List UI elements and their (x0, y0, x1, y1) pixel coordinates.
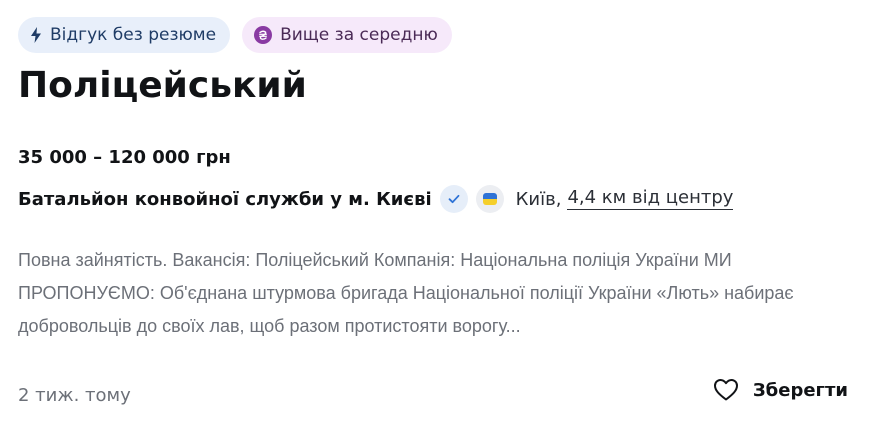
distance-link[interactable]: 4,4 км від центру (567, 188, 734, 210)
ukraine-flag-icon (475, 185, 504, 213)
hryvnia-icon (254, 26, 273, 44)
above-average-badge-label: Вище за середню (280, 25, 438, 45)
company-name[interactable]: Батальйон конвойної служби у м. Києві (18, 189, 432, 210)
salary-range: 35 000 – 120 000 грн (18, 147, 231, 168)
no-resume-badge-label: Відгук без резюме (50, 25, 217, 45)
vacancy-card[interactable]: Відгук без резюме Вище за середню Поліце… (0, 0, 894, 448)
no-resume-badge: Відгук без резюме (18, 17, 231, 53)
above-average-salary-badge: Вище за середню (242, 17, 452, 53)
heart-icon (713, 378, 739, 402)
save-button[interactable]: Зберегти (713, 378, 848, 402)
vacancy-title[interactable]: Поліцейський (18, 65, 307, 106)
posted-time: 2 тиж. тому (18, 385, 131, 406)
vacancy-description: Повна зайнятість. Вакансія: Поліцейський… (18, 250, 794, 336)
verified-check-icon (439, 185, 468, 213)
lightning-icon (30, 27, 42, 43)
save-button-label: Зберегти (752, 379, 848, 401)
city: Київ, (515, 188, 562, 210)
company-row: Батальйон конвойної служби у м. Києві Ки… (18, 182, 734, 216)
badge-row: Відгук без резюме Вище за середню (18, 17, 452, 53)
